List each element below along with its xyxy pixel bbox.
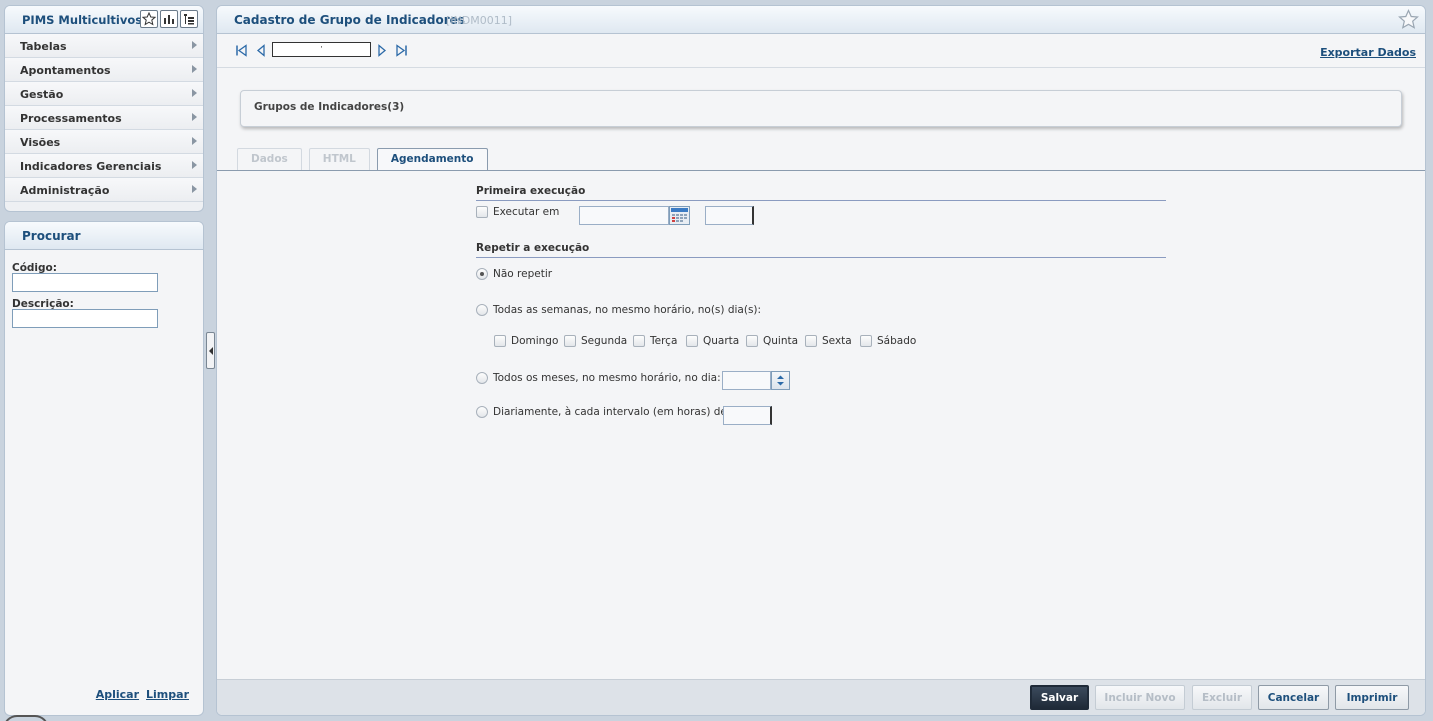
- day-domingo-checkbox[interactable]: [494, 335, 506, 347]
- day-spinner-icon[interactable]: [771, 371, 790, 390]
- execute-at-label: Executar em: [493, 206, 560, 218]
- day-quarta-checkbox[interactable]: [686, 335, 698, 347]
- no-repeat-label: Não repetir: [493, 268, 553, 280]
- menu-item-label: Gestão: [20, 88, 64, 101]
- chevron-right-icon: [192, 137, 197, 145]
- previous-record-icon[interactable]: [254, 43, 268, 57]
- bar-chart-icon[interactable]: [160, 10, 178, 28]
- day-quinta-checkbox[interactable]: [746, 335, 758, 347]
- menu-item-label: Tabelas: [20, 40, 67, 53]
- search-panel: Procurar Código: Descrição: Aplicar Limp…: [4, 221, 204, 716]
- apply-link[interactable]: Aplicar: [96, 688, 139, 701]
- daily-radio[interactable]: [476, 406, 488, 418]
- favorites-star-icon[interactable]: [140, 10, 158, 28]
- menu-header: PIMS Multicultivos: [5, 6, 203, 34]
- description-input[interactable]: [12, 309, 158, 328]
- chevron-right-icon: [192, 185, 197, 193]
- menu-header-icons: [140, 10, 198, 28]
- day-segunda-checkbox[interactable]: [564, 335, 576, 347]
- day-label: Sexta: [822, 335, 852, 347]
- collapse-sidebar-handle[interactable]: [206, 332, 215, 369]
- menu-item-administracao[interactable]: Administração: [5, 178, 203, 202]
- tab-html[interactable]: HTML: [308, 148, 370, 170]
- day-label: Terça: [650, 335, 678, 347]
- menu-item-label: Administração: [20, 184, 110, 197]
- new-button[interactable]: Incluir Novo: [1095, 685, 1185, 710]
- search-title: Procurar: [22, 229, 81, 243]
- day-label: Domingo: [511, 335, 559, 347]
- tab-agendamento[interactable]: Agendamento: [376, 148, 488, 171]
- chevron-right-icon: [192, 65, 197, 73]
- page-code: [INDM0011]: [446, 14, 513, 27]
- group-title: Grupos de Indicadores(3): [254, 101, 405, 113]
- tab-dados[interactable]: Dados: [237, 148, 302, 170]
- main-header: Cadastro de Grupo de Indicadores [INDM00…: [217, 6, 1425, 34]
- print-button[interactable]: Imprimir: [1335, 685, 1409, 710]
- daily-interval-input[interactable]: [723, 406, 772, 425]
- section-divider: [476, 200, 1166, 201]
- main-menu-panel: PIMS Multicultivos Tabelas Apontamentos …: [4, 5, 204, 212]
- daily-label: Diariamente, à cada intervalo (em horas)…: [493, 406, 731, 418]
- monthly-label: Todos os meses, no mesmo horário, no dia…: [493, 372, 721, 384]
- action-bar: Salvar Incluir Novo Excluir Cancelar Imp…: [217, 679, 1425, 715]
- menu-item-tabelas[interactable]: Tabelas: [5, 34, 203, 58]
- menu-item-apontamentos[interactable]: Apontamentos: [5, 58, 203, 82]
- code-input[interactable]: [12, 273, 158, 292]
- day-terca-checkbox[interactable]: [633, 335, 645, 347]
- monthly-radio[interactable]: [476, 372, 488, 384]
- chevron-right-icon: [192, 89, 197, 97]
- menu-item-indicadores-gerenciais[interactable]: Indicadores Gerenciais: [5, 154, 203, 178]
- first-run-section-title: Primeira execução: [476, 185, 586, 197]
- last-record-icon[interactable]: [394, 43, 408, 57]
- menu-item-visoes[interactable]: Visões: [5, 130, 203, 154]
- group-header-box: Grupos de Indicadores(3): [240, 90, 1402, 127]
- tab-bar: Dados HTML Agendamento: [237, 148, 488, 171]
- menu-item-label: Visões: [20, 136, 61, 149]
- search-header: Procurar: [5, 222, 203, 250]
- monthly-day-input[interactable]: [722, 371, 771, 390]
- calendar-icon[interactable]: [669, 206, 690, 225]
- chevron-right-icon: [192, 113, 197, 121]
- next-record-icon[interactable]: [375, 43, 389, 57]
- chevron-right-icon: [192, 161, 197, 169]
- clear-link[interactable]: Limpar: [146, 688, 189, 701]
- menu-item-label: Apontamentos: [20, 64, 111, 77]
- execute-date-input[interactable]: [579, 206, 669, 225]
- main-panel: Cadastro de Grupo de Indicadores [INDM00…: [216, 5, 1426, 716]
- favorite-star-icon[interactable]: [1398, 9, 1419, 33]
- menu-item-label: Indicadores Gerenciais: [20, 160, 162, 173]
- record-navigation-bar: Exportar Dados: [217, 34, 1425, 68]
- day-label: Sábado: [877, 335, 917, 347]
- delete-button[interactable]: Excluir: [1192, 685, 1252, 710]
- execute-at-checkbox[interactable]: [476, 206, 488, 218]
- weekly-radio[interactable]: [476, 304, 488, 316]
- tab-divider: [217, 170, 1425, 171]
- day-sabado-checkbox[interactable]: [860, 335, 872, 347]
- section-divider: [476, 257, 1166, 258]
- cancel-button[interactable]: Cancelar: [1258, 685, 1329, 710]
- menu-item-processamentos[interactable]: Processamentos: [5, 106, 203, 130]
- day-label: Quarta: [703, 335, 740, 347]
- chevron-right-icon: [192, 41, 197, 49]
- repeat-section-title: Repetir a execução: [476, 242, 590, 254]
- execute-time-input[interactable]: [705, 206, 754, 225]
- day-sexta-checkbox[interactable]: [805, 335, 817, 347]
- chevron-left-icon: [208, 346, 213, 355]
- search-actions: Aplicar Limpar: [96, 688, 189, 701]
- menu-item-gestao[interactable]: Gestão: [5, 82, 203, 106]
- record-position-input[interactable]: [272, 42, 371, 57]
- save-button[interactable]: Salvar: [1030, 685, 1089, 710]
- day-label: Quinta: [763, 335, 799, 347]
- no-repeat-radio[interactable]: [476, 268, 488, 280]
- first-record-icon[interactable]: [234, 43, 248, 57]
- weekly-label: Todas as semanas, no mesmo horário, no(s…: [493, 304, 762, 316]
- menu-item-label: Processamentos: [20, 112, 122, 125]
- tree-list-icon[interactable]: [180, 10, 198, 28]
- day-label: Segunda: [581, 335, 628, 347]
- page-title: Cadastro de Grupo de Indicadores: [234, 13, 465, 27]
- app-title: PIMS Multicultivos: [22, 13, 143, 27]
- export-data-link[interactable]: Exportar Dados: [1320, 46, 1416, 59]
